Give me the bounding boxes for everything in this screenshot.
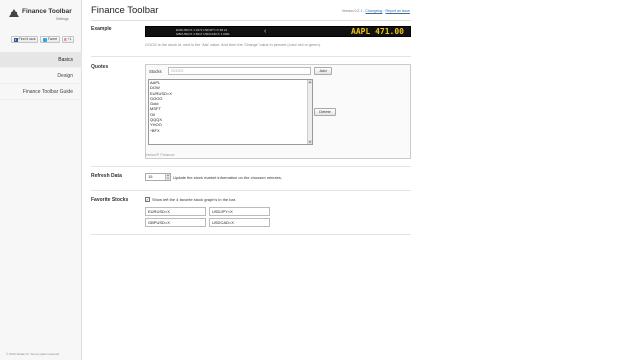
facebook-icon: f xyxy=(13,37,18,42)
show-favorites-checkbox[interactable]: ✓ xyxy=(145,197,150,202)
facebook-like-button[interactable]: f Find it lack xyxy=(11,36,39,43)
report-issue-link[interactable]: Report an issue xyxy=(385,9,410,13)
header-links: Version 0.2.1 - Changelog - Report an is… xyxy=(342,9,410,13)
sidebar: Finance Toolbar Settings f Find it lack … xyxy=(0,0,82,360)
google-plus-button[interactable]: g +1 xyxy=(61,36,75,43)
header-divider xyxy=(91,20,411,21)
logo-subtitle: Settings xyxy=(56,17,69,21)
chevron-left-icon: ‹ xyxy=(264,28,267,35)
add-button[interactable]: Add xyxy=(314,67,332,75)
section-divider xyxy=(91,234,411,235)
quotes-panel: Stocks GOOG Add AAPL DOW EURUSD=X GOOG G… xyxy=(145,64,411,159)
ticker-left-bottom: GBPUSD=X 1.5617 USDCAD=X 1.0301 xyxy=(176,32,230,36)
logo: Finance Toolbar Settings xyxy=(9,8,75,24)
favorite-input-1[interactable]: EURUSD=X xyxy=(145,207,206,216)
ticker-preview: EURUSD=X 1.3472 USDJPY=X 98.21 GBPUSD=X … xyxy=(145,26,411,37)
favorite-input-3[interactable]: GBPUSD=X xyxy=(145,218,206,227)
section-divider xyxy=(91,190,411,191)
delete-button[interactable]: Delete xyxy=(314,108,336,116)
tweet-button[interactable]: Tweet xyxy=(40,36,60,43)
version-text: Version 0.2.1 - xyxy=(341,9,365,13)
favorite-input-4[interactable]: USDCAD=X xyxy=(209,218,270,227)
scroll-down-icon[interactable]: ▼ xyxy=(308,140,312,144)
list-item[interactable]: ^BFX xyxy=(149,128,312,133)
tweet-label: Tweet xyxy=(47,37,58,41)
refresh-description: Update the stock market information on t… xyxy=(173,175,282,180)
refresh-value: 15 xyxy=(148,174,153,179)
list-scrollbar[interactable]: ▲ ▼ xyxy=(307,80,312,144)
logo-icon xyxy=(9,9,19,17)
changelog-link[interactable]: Changelog xyxy=(365,9,382,13)
section-divider xyxy=(91,56,411,57)
page-title: Finance Toolbar xyxy=(91,5,159,16)
favorites-label: Favorite Stocks xyxy=(91,197,129,203)
favorite-input-2[interactable]: USDJPY=X xyxy=(209,207,270,216)
ticker-big-quote: AAPL 471.00 xyxy=(351,27,404,36)
logo-title: Finance Toolbar xyxy=(22,8,72,15)
section-divider xyxy=(91,166,411,167)
refresh-label: Refresh Data xyxy=(91,173,122,179)
sidebar-item-guide[interactable]: Finance Toolbar Guide xyxy=(0,84,82,100)
stocks-input[interactable]: GOOG xyxy=(168,67,311,75)
social-buttons: f Find it lack Tweet g +1 xyxy=(11,36,75,44)
google-plus-icon: g xyxy=(64,37,67,41)
facebook-like-label: Find it lack xyxy=(18,37,36,41)
twitter-icon xyxy=(42,37,47,42)
sidebar-nav: Basics Design Finance Toolbar Guide xyxy=(0,52,82,100)
stock-list[interactable]: AAPL DOW EURUSD=X GOOG Gold MSFT Oil QQQ… xyxy=(148,79,313,145)
example-description: GOOG is the stock id, next is the 'Ask' … xyxy=(145,43,321,47)
copyright: © 2013 Sidder.cc. Some rights reserved xyxy=(6,352,60,356)
stepper-arrows-icon[interactable]: ▲ ▼ xyxy=(165,174,170,180)
show-favorites-label: Show left the 4 favorite stock graph's i… xyxy=(152,197,236,202)
data-source: Yahoo® Finance xyxy=(145,152,175,157)
scroll-up-icon[interactable]: ▲ xyxy=(308,80,312,84)
main-content: Finance Toolbar Version 0.2.1 - Changelo… xyxy=(82,0,640,360)
sidebar-item-design[interactable]: Design xyxy=(0,68,82,84)
example-label: Example xyxy=(91,26,112,32)
refresh-minutes-stepper[interactable]: 15 ▲ ▼ xyxy=(145,173,171,181)
google-plus-label: +1 xyxy=(67,37,72,41)
sidebar-item-basics[interactable]: Basics xyxy=(0,52,82,68)
stocks-label: Stocks xyxy=(149,69,162,74)
quotes-label: Quotes xyxy=(91,64,109,70)
